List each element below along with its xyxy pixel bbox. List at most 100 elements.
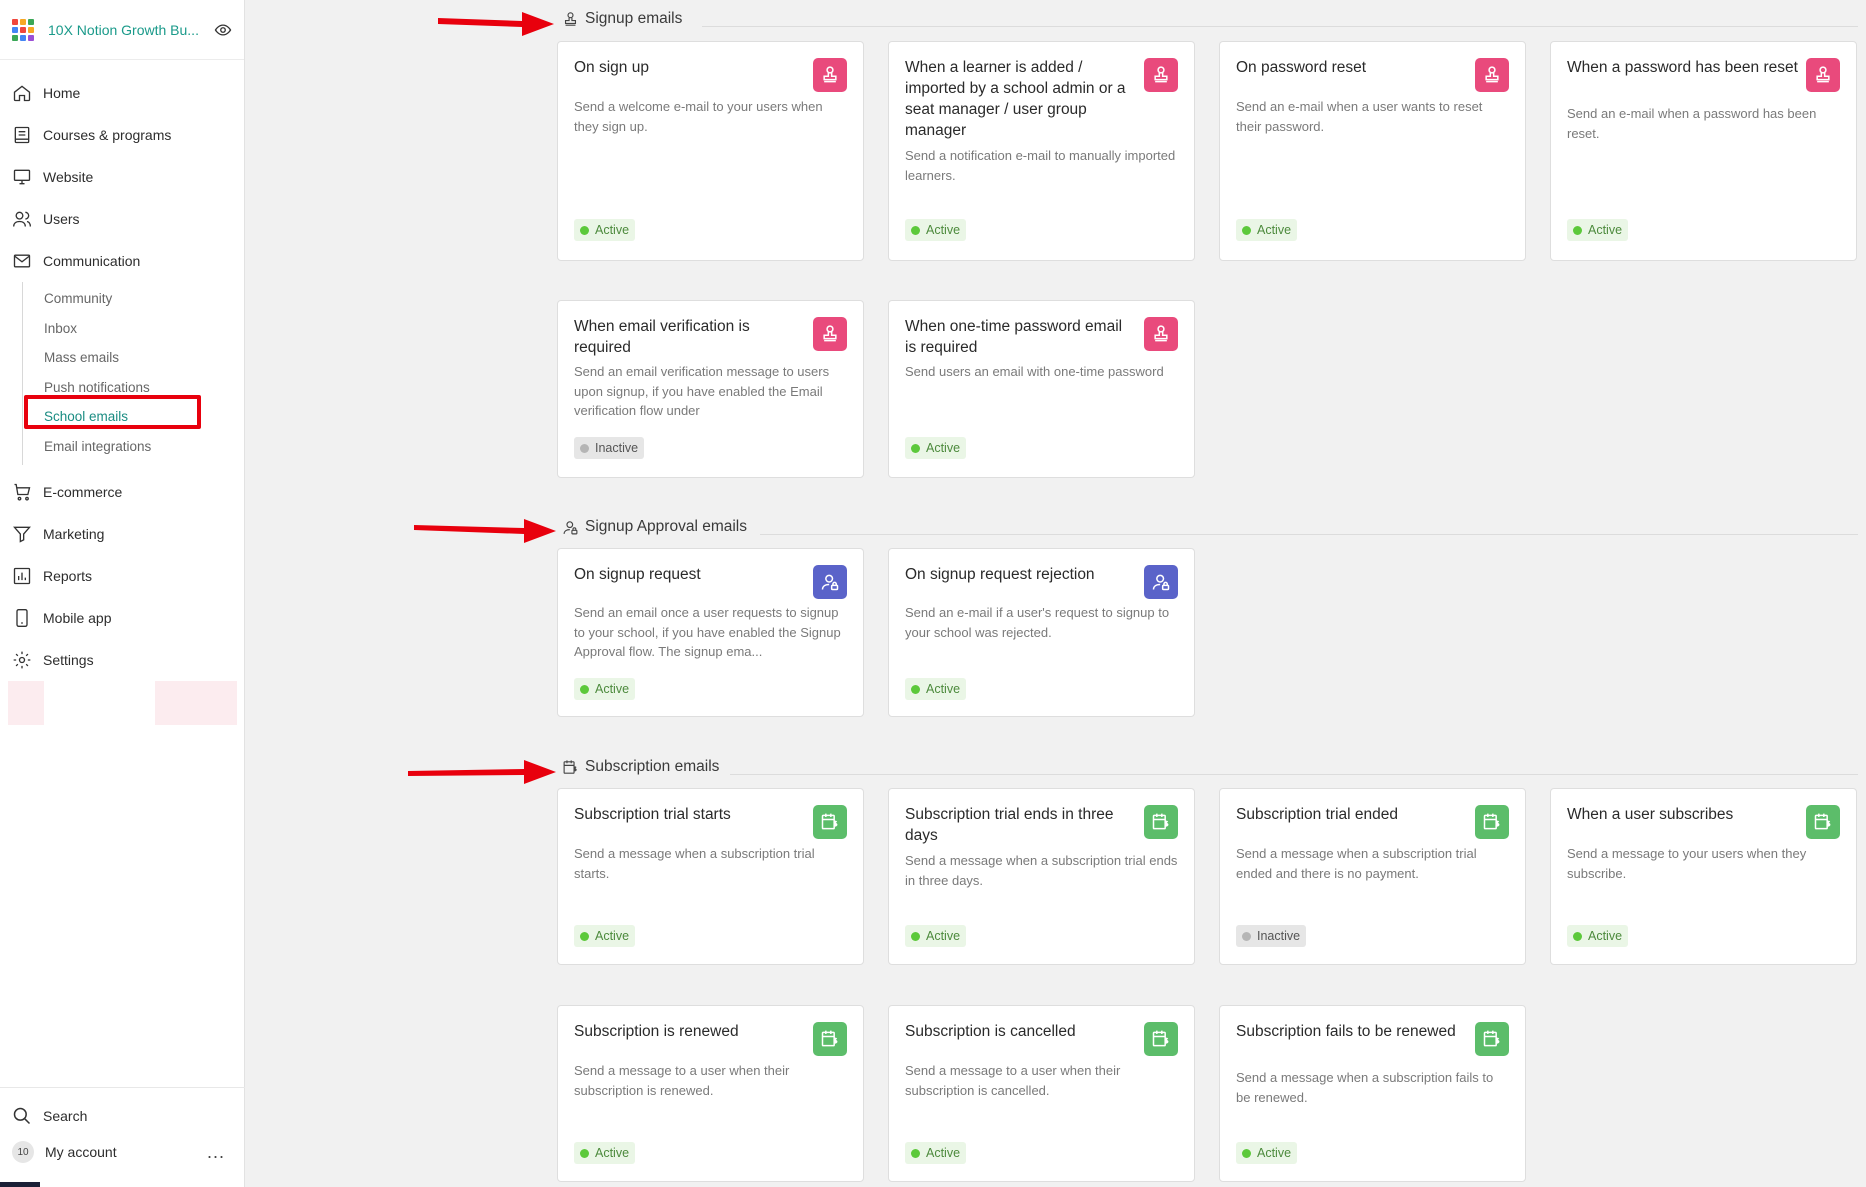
card-title: When a password has been reset	[1567, 59, 1798, 76]
calendar-dollar-icon	[813, 805, 847, 839]
eye-icon[interactable]	[214, 21, 232, 39]
decor-block	[155, 681, 237, 725]
section-approval-title: Signup Approval emails	[562, 518, 747, 536]
avatar: 10	[12, 1141, 34, 1163]
card-title: When a user subscribes	[1567, 806, 1734, 823]
card-description: Send a message to your users when they s…	[1567, 846, 1807, 881]
my-account-button[interactable]: 10 My account ...	[0, 1134, 245, 1170]
users-icon	[13, 211, 31, 227]
email-card[interactable]: When one-time password email is required…	[888, 300, 1195, 478]
book-icon	[14, 126, 30, 144]
email-card[interactable]: Subscription trial ended Send a message …	[1219, 788, 1526, 965]
stamp-icon	[564, 11, 577, 26]
calendar-dollar-icon	[1475, 1022, 1509, 1056]
email-card[interactable]: When a learner is added / imported by a …	[888, 41, 1195, 261]
email-card[interactable]: Subscription trial starts Send a message…	[557, 788, 864, 965]
email-card[interactable]: Subscription fails to be renewed Send a …	[1219, 1005, 1526, 1182]
status-badge: Active	[905, 1142, 967, 1164]
decor-corner	[0, 1182, 40, 1187]
card-title: Subscription trial starts	[574, 806, 731, 823]
subnav-email-integrations[interactable]: Email integrations	[23, 432, 244, 462]
nav-users-label: Users	[43, 211, 80, 227]
sidebar: 10X Notion Growth Bu... Home Courses & p…	[0, 0, 245, 1187]
nav-mobile-app[interactable]: Mobile app	[0, 597, 244, 639]
section-signup-title: Signup emails	[562, 10, 682, 28]
email-card[interactable]: On signup request rejection Send an e-ma…	[888, 548, 1195, 717]
email-card[interactable]: When a user subscribes Send a message to…	[1550, 788, 1857, 965]
card-title: Subscription trial ends in three days	[905, 806, 1114, 844]
email-card[interactable]: When a password has been reset Send an e…	[1550, 41, 1857, 261]
calendar-dollar-icon	[1144, 1022, 1178, 1056]
nav-courses[interactable]: Courses & programs	[0, 114, 244, 156]
funnel-icon	[13, 526, 31, 543]
user-lock-icon	[1144, 565, 1178, 599]
subnav-push-notifications[interactable]: Push notifications	[23, 373, 244, 403]
stamp-icon	[1144, 317, 1178, 351]
email-card[interactable]: When email verification is required Send…	[557, 300, 864, 478]
status-badge: Active	[905, 219, 967, 241]
nav-marketing[interactable]: Marketing	[0, 513, 244, 555]
nav-users[interactable]: Users	[0, 198, 244, 240]
nav-courses-label: Courses & programs	[43, 127, 172, 143]
chart-icon	[13, 567, 31, 585]
more-options-icon[interactable]: ...	[207, 1142, 225, 1163]
nav-reports[interactable]: Reports	[0, 555, 244, 597]
card-title: Subscription trial ended	[1236, 806, 1398, 823]
nav-communication[interactable]: Communication	[0, 240, 244, 282]
nav-home[interactable]: Home	[0, 72, 244, 114]
card-description: Send a notification e-mail to manually i…	[905, 148, 1176, 183]
stamp-icon	[813, 317, 847, 351]
subnav-school-emails[interactable]: School emails	[23, 402, 244, 432]
card-description: Send an e-mail when a user wants to rese…	[1236, 99, 1483, 134]
card-title: When one-time password email is required	[905, 318, 1123, 356]
nav-home-label: Home	[43, 85, 81, 101]
card-description: Send an e-mail if a user's request to si…	[905, 605, 1170, 640]
nav-marketing-label: Marketing	[43, 526, 105, 542]
card-title: On signup request rejection	[905, 566, 1095, 583]
stamp-icon	[1144, 58, 1178, 92]
email-card[interactable]: On sign up Send a welcome e-mail to your…	[557, 41, 864, 261]
subnav-mass-emails[interactable]: Mass emails	[23, 343, 244, 373]
gear-icon	[13, 651, 31, 669]
status-badge: Active	[1236, 1142, 1298, 1164]
divider	[702, 26, 1858, 27]
my-account-label: My account	[45, 1144, 117, 1160]
nav-mobile-label: Mobile app	[43, 610, 112, 626]
card-description: Send a message to a user when their subs…	[905, 1063, 1121, 1098]
subnav-community[interactable]: Community	[23, 284, 244, 314]
nav-ecommerce[interactable]: E-commerce	[0, 471, 244, 513]
email-card[interactable]: On signup request Send an email once a u…	[557, 548, 864, 717]
nav-reports-label: Reports	[43, 568, 93, 584]
search-button[interactable]: Search	[0, 1098, 245, 1134]
card-description: Send users an email with one-time passwo…	[905, 364, 1164, 379]
card-title: On password reset	[1236, 59, 1367, 76]
brand-header[interactable]: 10X Notion Growth Bu...	[0, 0, 244, 60]
calendar-dollar-icon	[1475, 805, 1509, 839]
divider	[730, 774, 1858, 775]
nav-settings[interactable]: Settings	[0, 639, 244, 681]
status-badge: Active	[574, 219, 636, 241]
user-lock-icon	[813, 565, 847, 599]
subnav-inbox[interactable]: Inbox	[23, 314, 244, 344]
calendar-dollar-icon	[813, 1022, 847, 1056]
nav-website-label: Website	[43, 169, 94, 185]
status-badge: Active	[574, 1142, 636, 1164]
status-badge: Active	[905, 437, 967, 459]
status-badge: Inactive	[1236, 925, 1307, 947]
communication-subnav: Community Inbox Mass emails Push notific…	[22, 282, 244, 465]
status-badge: Active	[574, 925, 636, 947]
section-subscription-title: Subscription emails	[562, 758, 719, 776]
search-icon	[13, 1107, 31, 1125]
nav-ecommerce-label: E-commerce	[43, 484, 123, 500]
status-badge: Active	[1567, 925, 1629, 947]
card-title: Subscription is cancelled	[905, 1023, 1076, 1040]
email-card[interactable]: Subscription trial ends in three days Se…	[888, 788, 1195, 965]
email-card[interactable]: Subscription is renewed Send a message t…	[557, 1005, 864, 1182]
card-description: Send an e-mail when a password has been …	[1567, 106, 1817, 141]
email-card[interactable]: On password reset Send an e-mail when a …	[1219, 41, 1526, 261]
card-description: Send a message when a subscription fails…	[1236, 1070, 1494, 1105]
email-card[interactable]: Subscription is cancelled Send a message…	[888, 1005, 1195, 1182]
arrow-annotation	[414, 519, 556, 543]
card-description: Send an email verification message to us…	[574, 364, 830, 418]
nav-website[interactable]: Website	[0, 156, 244, 198]
